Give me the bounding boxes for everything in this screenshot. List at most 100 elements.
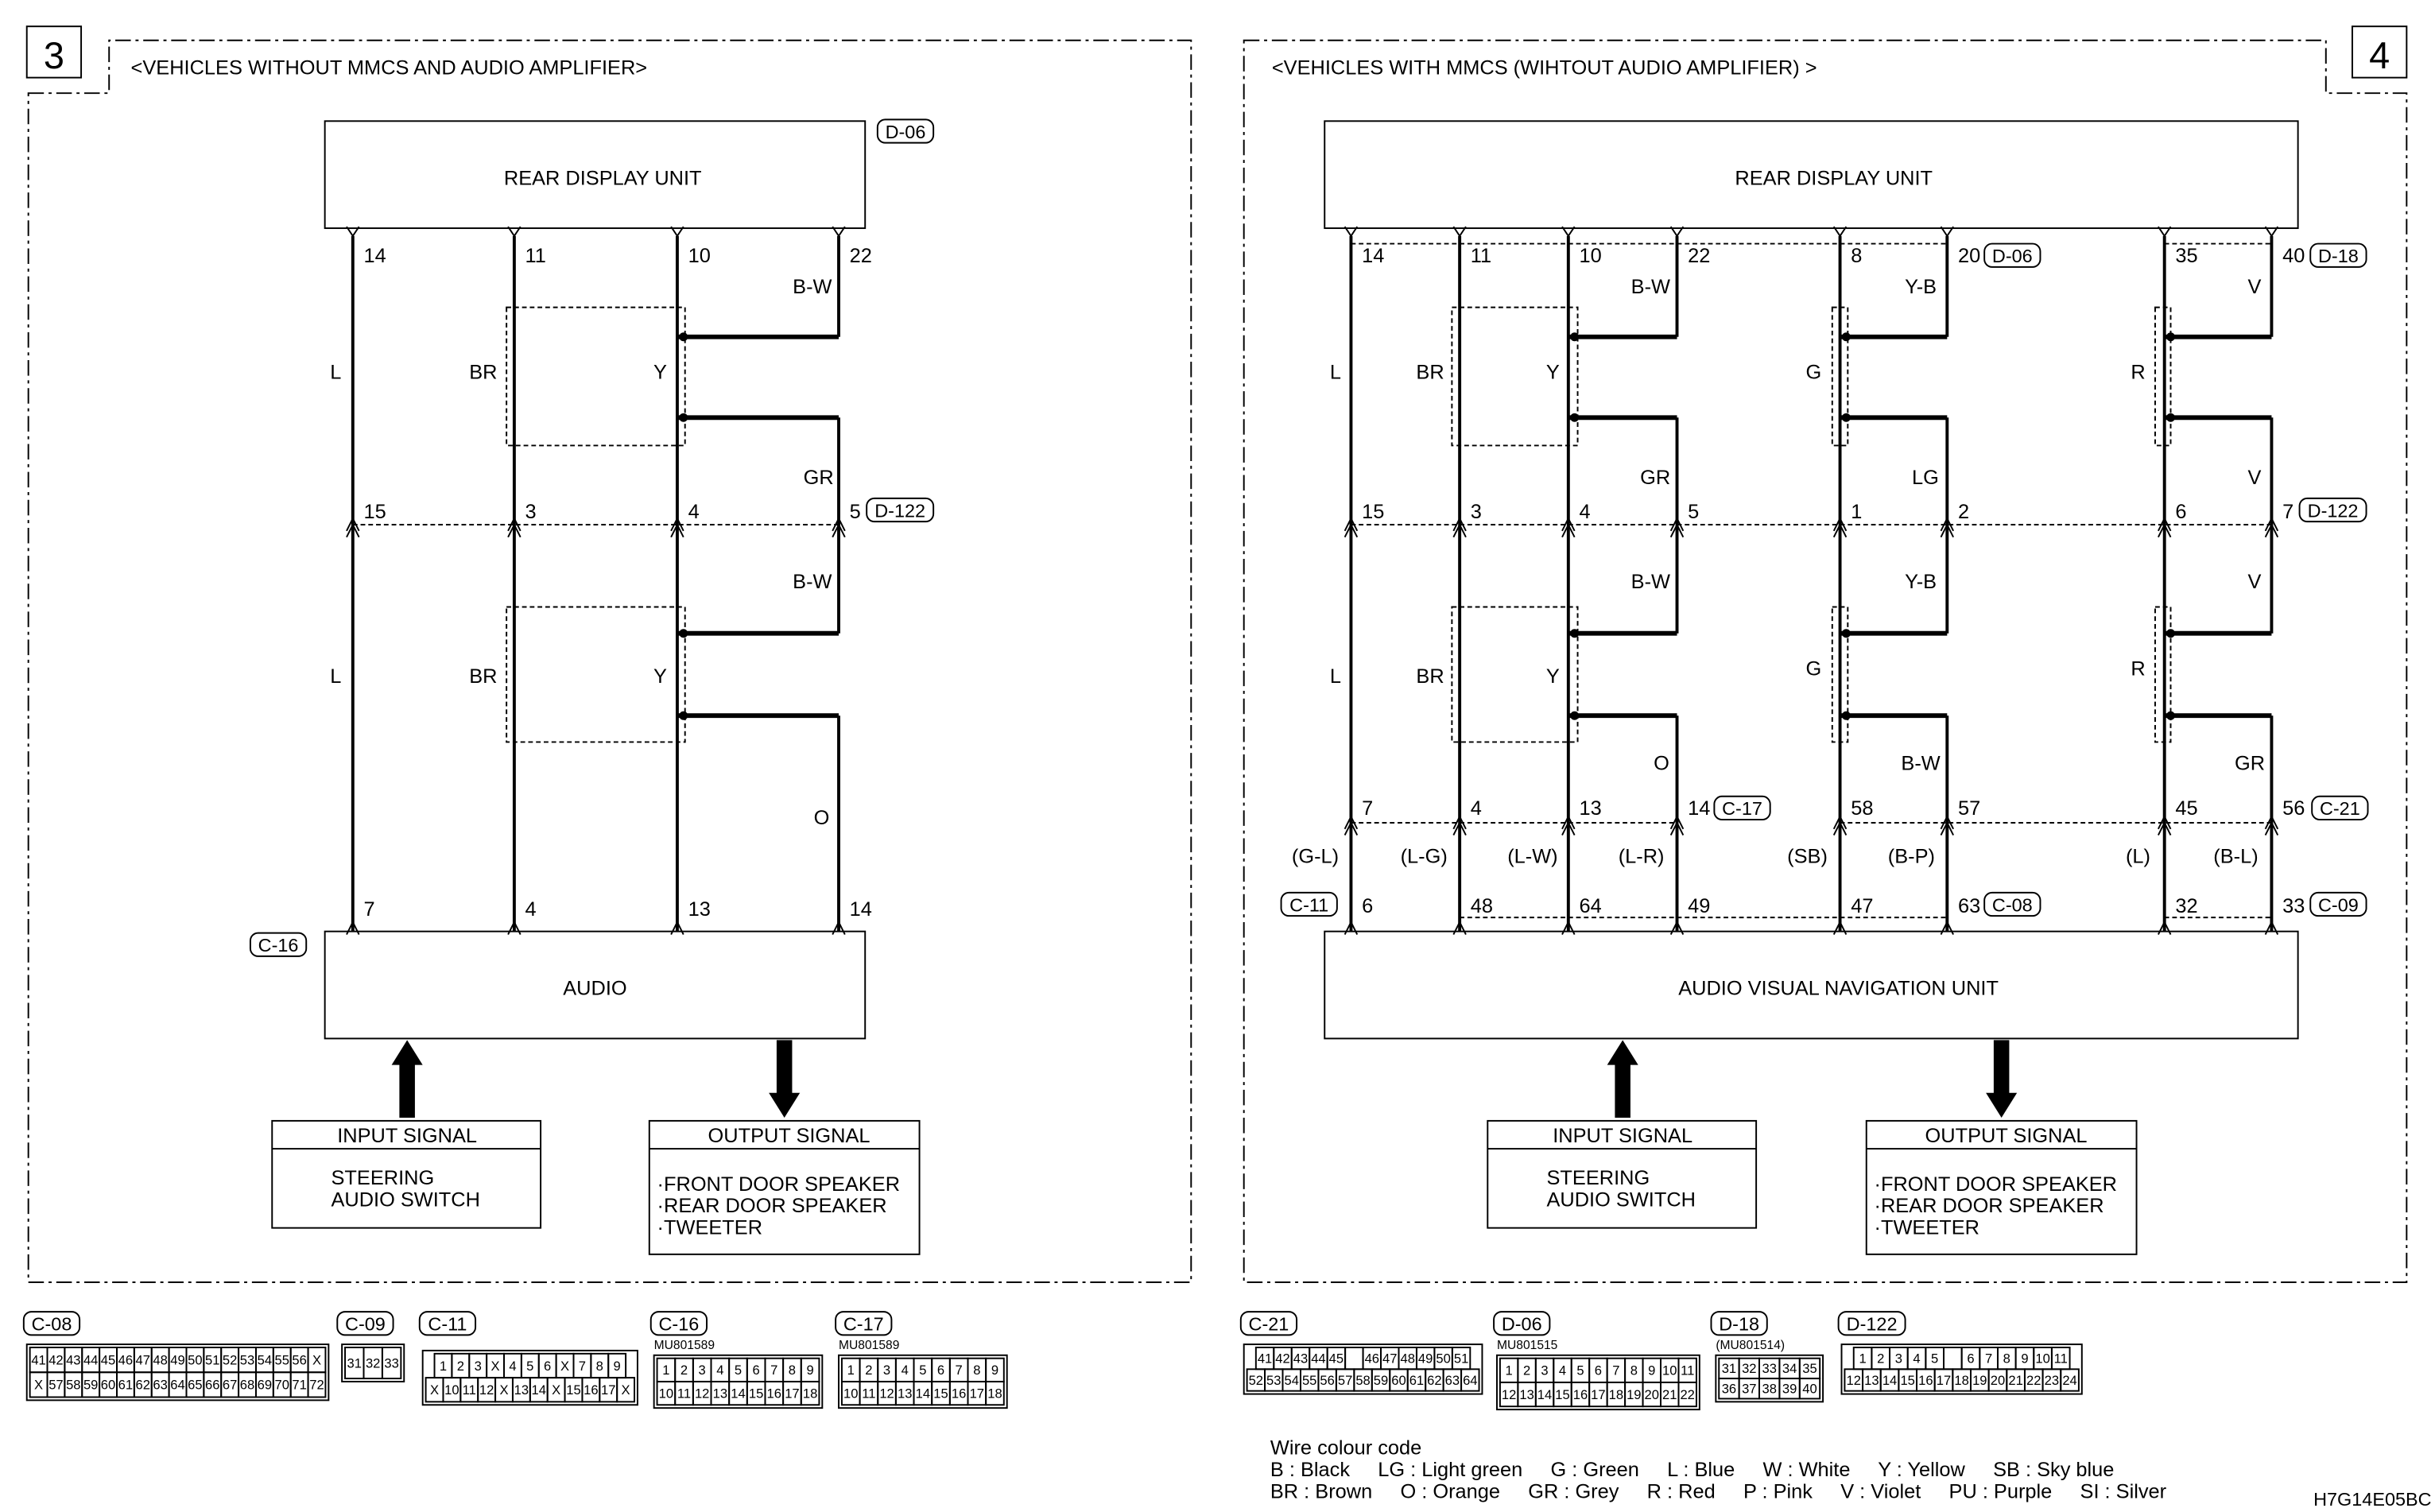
connector-pin-number: 66 [205,1378,219,1393]
splice-dot-icon [679,332,688,342]
connector-pin-number: 54 [258,1352,272,1367]
connector-pin-number: 51 [1454,1351,1468,1367]
connector-pin-number: 47 [1382,1351,1397,1367]
pin-number: 3 [525,501,537,523]
pin-number: 40 [2282,245,2305,267]
connector-pin-number: 5 [1931,1351,1938,1367]
connector-pin-number: 2 [1877,1351,1884,1367]
connector-pin-number: 33 [384,1355,398,1370]
connector-pin-number: 70 [275,1378,289,1393]
connector-tag-d-122: D-122 [874,500,925,521]
connector-pin-number: 3 [883,1363,890,1378]
splice-dot-icon [1841,413,1851,422]
connector-pin-number: 8 [596,1359,603,1374]
connector-pin-number: 56 [1320,1373,1334,1388]
connector-pin-number: 9 [614,1359,621,1374]
wire-colour-label: GR [1640,467,1670,489]
connector-tag-c-11: C-11 [1289,894,1328,915]
output-signal-item: ·TWEETER [1875,1216,1980,1239]
connector-pin-number: 10 [444,1382,459,1398]
connector-pin-number: 11 [677,1386,691,1401]
connector-pin-number: 12 [1502,1387,1516,1402]
pin-number: 14 [850,898,872,921]
pin-number: 5 [850,501,861,523]
wire-colour-label: B-W [1631,571,1670,593]
connector-pin-number: 6 [1595,1363,1602,1378]
connector-pin-number: 10 [659,1386,673,1401]
panel-title: <VEHICLES WITHOUT MMCS AND AUDIO AMPLIFI… [131,57,648,79]
wire-colour-label: B-W [1901,753,1940,775]
wire-colour-label: GR [2235,753,2265,775]
pin-number: 7 [363,898,374,921]
connector-pin-number: 13 [514,1382,529,1398]
connector-pin-number: 12 [479,1382,494,1398]
connector-pin-number: 64 [170,1378,184,1393]
connector-id: C-08 [32,1314,72,1335]
pin-number: 56 [2282,797,2305,820]
connector-pin-number: 61 [1409,1373,1424,1388]
connector-pin-number: 13 [898,1386,912,1401]
connector-id: C-11 [428,1314,467,1335]
input-arrow-head-icon [1607,1040,1638,1065]
connector-pin-number: X [430,1382,439,1398]
connector-pin-number: 59 [1374,1373,1388,1388]
connector-pin-number: 12 [1847,1373,1861,1388]
splice-dot-icon [679,629,688,638]
connector-pin-number: 67 [223,1378,237,1393]
wire-colour-label: GR [804,467,834,489]
wire-colour-label: B-W [793,276,832,298]
wire-colour-label: Y-B [1905,571,1937,593]
connector-pin-number: 2 [457,1359,464,1374]
connector-tag-d-06: D-06 [1992,246,2033,266]
connector-pin-number: 31 [347,1355,362,1370]
connector-pin-number: 23 [2045,1373,2059,1388]
connector-pin-number: 43 [66,1352,80,1367]
pin-number: 6 [2175,501,2186,523]
connector-id: C-16 [658,1314,699,1335]
drawing-id: H7G14E05BC [2313,1489,2432,1510]
pin-number: 6 [1362,895,1373,917]
connector-pin-number: 6 [753,1363,760,1378]
connector-pin-number: 17 [785,1386,799,1401]
connector-pin-number: 61 [118,1378,133,1393]
connector-pin-number: 22 [1680,1387,1694,1402]
connector-pin-number: 11 [2054,1351,2068,1367]
connector-pin-number: 48 [1400,1351,1414,1367]
wire-colour-label: BR [1416,665,1444,688]
pin-number: 4 [525,898,537,921]
pin-number: 13 [688,898,711,921]
connector-pin-number: 16 [1918,1373,1933,1388]
pin-number: 4 [1471,797,1482,820]
connector-pin-number: X [491,1359,500,1374]
wire-colour-label: L [330,665,341,688]
connector-pin-number: 14 [916,1386,930,1401]
connector-pin-number: X [499,1382,508,1398]
output-signal-item: ·REAR DOOR SPEAKER [657,1195,887,1217]
pin-number: 2 [1958,501,1969,523]
connector-pin-number: 63 [153,1378,167,1393]
connector-pin-number: 1 [662,1363,669,1378]
wire-colour-label: LG [1912,467,1939,489]
rear-display-unit-label: REAR DISPLAY UNIT [504,167,702,189]
connector-pin-number: 18 [987,1386,1002,1401]
connector-pin-number: 15 [1555,1387,1569,1402]
legend-line: BR : Brown O : Orange GR : Grey R : Red … [1270,1480,2167,1502]
connector-pin-number: 36 [1722,1382,1736,1397]
connector-pin-number: 15 [566,1382,580,1398]
input-signal-title: INPUT SIGNAL [337,1125,477,1147]
harness-wire-label: (SB) [1787,846,1828,868]
connector-pin-number: X [312,1352,321,1367]
connector-tag-c-08: C-08 [1992,894,2033,915]
connector-pin-number: 6 [544,1359,551,1374]
connector-pin-number: 2 [680,1363,688,1378]
connector-pin-number: 53 [1266,1373,1281,1388]
pin-number: 57 [1958,797,1980,820]
connector-pin-number: 5 [526,1359,533,1374]
output-signal-item: ·FRONT DOOR SPEAKER [1875,1173,2117,1196]
connector-pin-number: 14 [532,1382,546,1398]
connector-part-number: MU801589 [839,1339,899,1352]
connector-pin-number: 44 [1311,1351,1325,1367]
connector-pin-number: 9 [991,1363,998,1378]
connector-tag-c-17: C-17 [1722,798,1762,819]
connector-pin-number: 11 [1681,1363,1694,1378]
